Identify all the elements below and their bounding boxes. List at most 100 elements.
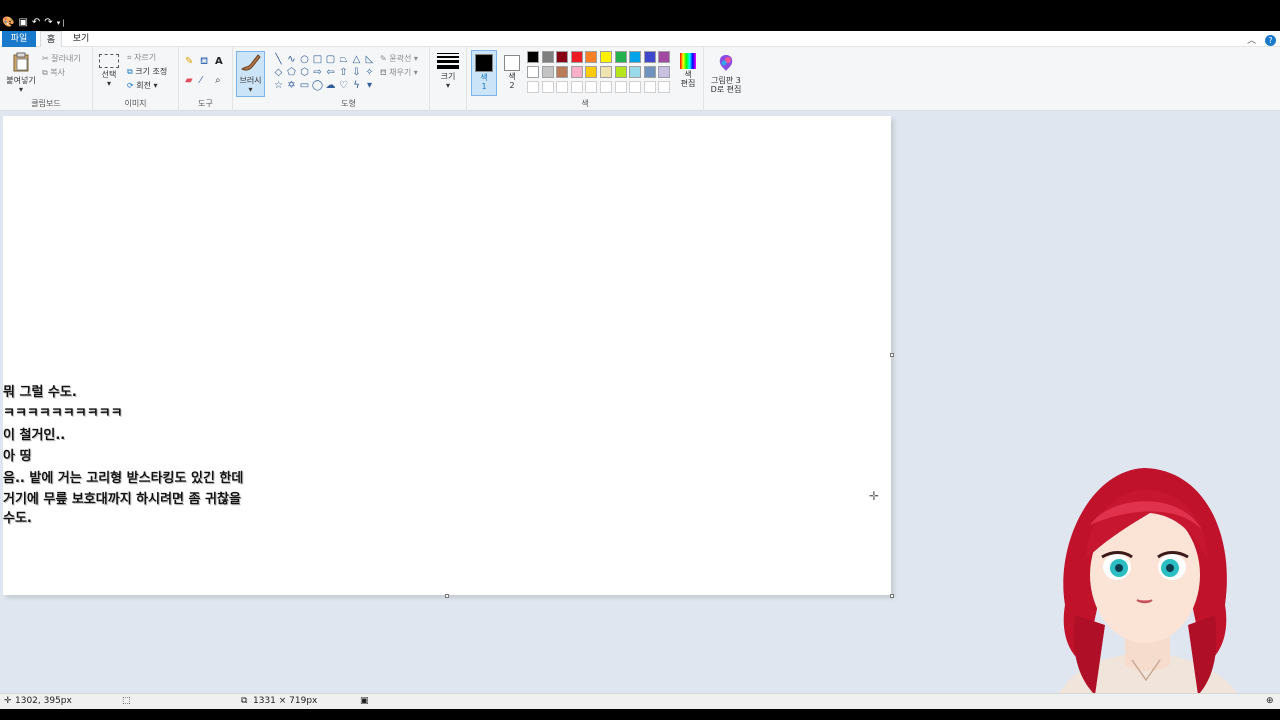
curve-shape-icon[interactable]: ∿ (285, 53, 298, 66)
up-arrow-shape-icon[interactable]: ⇧ (337, 66, 350, 79)
color-swatch[interactable] (541, 81, 554, 93)
zoom-in-icon[interactable]: ⊕ (1266, 696, 1274, 706)
tab-home[interactable]: 홈 (40, 31, 62, 47)
clipboard-group-label: 클립보드 (31, 99, 61, 108)
triangle-shape-icon[interactable]: △ (350, 53, 363, 66)
pentagon-shape-icon[interactable]: ⬠ (285, 66, 298, 79)
color-swatch[interactable] (541, 66, 554, 78)
color-swatch[interactable] (585, 66, 598, 78)
ribbon-tab-bar: 파일 홈 보기 ︿ ? (0, 31, 1280, 47)
callout-cloud-shape-icon[interactable]: ☁ (324, 79, 337, 92)
color-swatch[interactable] (658, 81, 671, 93)
clipboard-icon (13, 52, 29, 72)
cut-button[interactable]: ✂ 잘라내기 (42, 53, 81, 64)
heart-shape-icon[interactable]: ♡ (337, 79, 350, 92)
shapes-gallery[interactable]: ╲ ∿ ○ □ ▢ ⏢ △ ◺ ◇ ⬠ ⬡ ⇨ ⇦ ⇧ ⇩ ✧ ☆ ✡ ▭ ◯ ☁ ♡ ϟ ▾ (272, 53, 376, 93)
color-swatch[interactable] (629, 51, 642, 63)
lightning-shape-icon[interactable]: ϟ (350, 79, 363, 92)
status-bar: ✛ 1302, 395px ⬚ ⧉ 1331 × 719px ▣ ⊕ (0, 693, 1280, 709)
brushes-button[interactable]: 브러시 ▾ (236, 51, 265, 97)
rounded-rectangle-shape-icon[interactable]: ▢ (324, 53, 337, 66)
color-swatch[interactable] (585, 81, 598, 93)
color-swatch[interactable] (527, 51, 539, 63)
drawing-canvas[interactable]: 뭐 그럴 수도. ㅋㅋㅋㅋㅋㅋㅋㅋㅋㅋ 이 철거인.. 아 띵 음.. 밭에 거… (3, 116, 894, 598)
four-point-star-shape-icon[interactable]: ✧ (363, 66, 376, 79)
crosshair-cursor-icon: ✛ (869, 489, 880, 503)
color-swatch[interactable] (643, 51, 656, 63)
tab-view[interactable]: 보기 (70, 31, 92, 47)
edit-with-paint3d-button[interactable]: 그림판 3 D로 편집 (706, 54, 746, 94)
outline-button[interactable]: ✎ 윤곽선 ▾ (380, 53, 418, 64)
color-swatch[interactable] (600, 81, 612, 93)
right-triangle-shape-icon[interactable]: ◺ (363, 53, 376, 66)
color-swatch[interactable] (585, 51, 598, 63)
select-button[interactable]: 선택 ▾ (98, 54, 120, 88)
five-point-star-shape-icon[interactable]: ☆ (272, 79, 285, 92)
color-swatch[interactable] (643, 81, 656, 93)
resize-button[interactable]: ⧉ 크기 조정 (127, 66, 167, 77)
rotate-button[interactable]: ⟳ 회전 ▾ (127, 80, 158, 91)
rectangle-shape-icon[interactable]: □ (311, 53, 324, 66)
color-swatch[interactable] (570, 81, 583, 93)
diamond-shape-icon[interactable]: ◇ (272, 66, 285, 79)
magnifier-icon[interactable]: ⌕ (215, 75, 230, 86)
redo-icon[interactable]: ↷ (44, 17, 52, 29)
color-swatch[interactable] (614, 66, 627, 78)
color-swatch[interactable] (556, 81, 569, 93)
six-point-star-shape-icon[interactable]: ✡ (285, 79, 298, 92)
polygon-shape-icon[interactable]: ⏢ (337, 53, 350, 66)
callout-rect-shape-icon[interactable]: ▭ (298, 79, 311, 92)
resize-handle-corner[interactable] (890, 594, 894, 598)
color-swatch[interactable] (541, 51, 554, 63)
resize-handle-right[interactable] (890, 353, 894, 357)
color-swatch[interactable] (527, 81, 539, 93)
color-swatch[interactable] (629, 66, 642, 78)
edit-colors-button[interactable]: 색 편집 (676, 53, 700, 88)
collapse-ribbon-icon[interactable]: ︿ (1247, 36, 1256, 46)
color-swatch[interactable] (570, 51, 583, 63)
color-swatch[interactable] (570, 66, 583, 78)
scroll-down-icon[interactable]: ▾ (363, 79, 376, 92)
pencil-icon[interactable]: ✎ (185, 56, 200, 69)
color-swatch[interactable] (527, 66, 539, 78)
hexagon-shape-icon[interactable]: ⬡ (298, 66, 311, 79)
color2-button[interactable]: 색 2 (501, 50, 523, 96)
color-swatch[interactable] (614, 51, 627, 63)
tab-file[interactable]: 파일 (2, 31, 36, 47)
color-swatch[interactable] (643, 66, 656, 78)
paint-app-icon[interactable]: 🎨 (2, 17, 14, 29)
color-picker-icon[interactable]: ⁄ (200, 75, 215, 86)
callout-oval-shape-icon[interactable]: ◯ (311, 79, 324, 92)
color-swatch[interactable] (556, 66, 569, 78)
color-swatch[interactable] (600, 51, 612, 63)
undo-icon[interactable]: ↶ (32, 17, 40, 29)
customize-qat-icon[interactable]: ▾ | (57, 17, 65, 29)
copy-button[interactable]: ⧉ 복사 (42, 67, 65, 78)
paste-button[interactable]: 붙여넣기 ▾ (5, 52, 37, 94)
right-arrow-shape-icon[interactable]: ⇨ (311, 66, 324, 79)
fill-button[interactable]: ⛾ 채우기 ▾ (380, 67, 418, 78)
line-shape-icon[interactable]: ╲ (272, 53, 285, 66)
eraser-icon[interactable]: ▰ (185, 75, 200, 86)
text-tool-icon[interactable]: A (215, 56, 230, 69)
color-swatch[interactable] (600, 66, 612, 78)
file-size-icon: ▣ (360, 696, 369, 706)
image-group: 선택 ▾ ⌗ 자르기 ⧉ 크기 조정 ⟳ 회전 ▾ 이미지 (93, 47, 179, 111)
cursor-position: 1302, 395px (15, 696, 72, 706)
crop-button[interactable]: ⌗ 자르기 (127, 52, 156, 63)
resize-handle-bottom[interactable] (445, 594, 449, 598)
left-arrow-shape-icon[interactable]: ⇦ (324, 66, 337, 79)
save-icon[interactable]: ▣ (18, 17, 27, 29)
color-swatch[interactable] (556, 51, 569, 63)
color-swatch[interactable] (614, 81, 627, 93)
color-swatch[interactable] (658, 66, 671, 78)
size-button[interactable]: 크기 ▾ (435, 53, 461, 90)
fill-bucket-icon[interactable]: ⛾ (200, 56, 215, 69)
color-swatch[interactable] (629, 81, 642, 93)
help-icon[interactable]: ? (1265, 35, 1276, 46)
oval-shape-icon[interactable]: ○ (298, 53, 311, 66)
color1-button[interactable]: 색 1 (471, 50, 497, 96)
clipboard-group: 붙여넣기 ▾ ✂ 잘라내기 ⧉ 복사 클립보드 (0, 47, 93, 111)
color-swatch[interactable] (658, 51, 671, 63)
down-arrow-shape-icon[interactable]: ⇩ (350, 66, 363, 79)
